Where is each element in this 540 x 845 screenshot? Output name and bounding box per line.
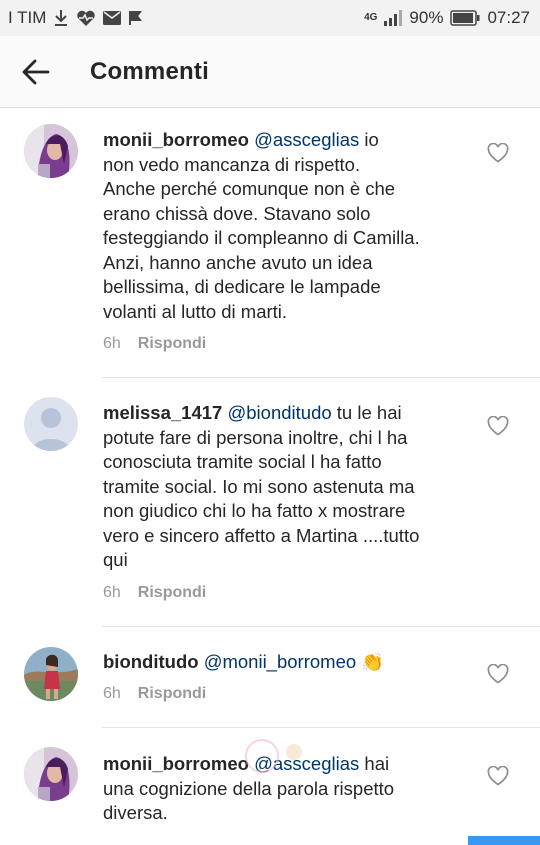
- comment-text: bionditudo @monii_borromeo 👏: [103, 650, 475, 675]
- like-heart-icon[interactable]: [487, 415, 509, 436]
- comment-mention[interactable]: @bionditudo: [227, 402, 331, 423]
- avatar[interactable]: [24, 647, 78, 701]
- comment-meta: 6h Rispondi: [103, 685, 206, 703]
- status-bar: I TIM 4G 90% 07:27: [0, 0, 540, 36]
- like-heart-icon[interactable]: [487, 765, 509, 786]
- comment-username[interactable]: monii_borromeo: [103, 753, 249, 774]
- avatar[interactable]: [24, 747, 78, 801]
- comment-body: io non vedo mancanza di rispetto. Anche …: [103, 129, 420, 322]
- reply-button[interactable]: Rispondi: [138, 335, 206, 353]
- clock: 07:27: [487, 8, 530, 27]
- avatar[interactable]: [24, 124, 78, 178]
- battery-icon: [450, 10, 480, 26]
- app-bar: Commenti: [0, 36, 540, 108]
- back-button[interactable]: [10, 46, 62, 98]
- signal-icon: [384, 10, 403, 26]
- carrier-label: I TIM: [8, 8, 47, 27]
- reply-button[interactable]: Rispondi: [138, 584, 206, 602]
- comment-mention[interactable]: @monii_borromeo: [204, 651, 356, 672]
- like-heart-icon[interactable]: [487, 142, 509, 163]
- comment-time: 6h: [103, 685, 121, 702]
- comment-body: 👏: [356, 651, 385, 672]
- reply-button[interactable]: Rispondi: [138, 685, 206, 703]
- divider: [102, 626, 540, 627]
- battery-percentage: 90%: [409, 8, 444, 27]
- divider: [102, 377, 540, 378]
- mail-icon: [103, 11, 122, 25]
- comment-time: 6h: [103, 584, 121, 601]
- comment-text: melissa_1417 @bionditudo tu le hai potut…: [103, 401, 475, 573]
- page-title: Commenti: [90, 57, 209, 85]
- like-heart-icon[interactable]: [487, 663, 509, 684]
- comment-time: 6h: [103, 335, 121, 352]
- comment-username[interactable]: melissa_1417: [103, 402, 222, 423]
- comment-mention[interactable]: @assceglias: [254, 129, 359, 150]
- heart-monitor-icon: [76, 9, 96, 27]
- network-type-label: 4G: [364, 12, 378, 23]
- comment-text: monii_borromeo @assceglias io non vedo m…: [103, 128, 475, 324]
- watermark-logo: [245, 739, 302, 773]
- comment-meta: 6h Rispondi: [103, 584, 206, 602]
- flag-icon: [128, 10, 144, 26]
- divider: [102, 727, 540, 728]
- back-arrow-icon: [22, 59, 50, 84]
- comment-body: tu le hai potute fare di persona inoltre…: [103, 402, 420, 570]
- post-button[interactable]: [468, 836, 540, 845]
- comment-username[interactable]: monii_borromeo: [103, 129, 249, 150]
- comment-username[interactable]: bionditudo: [103, 651, 199, 672]
- download-icon: [53, 9, 69, 27]
- avatar[interactable]: [24, 397, 78, 451]
- comment-meta: 6h Rispondi: [103, 335, 206, 353]
